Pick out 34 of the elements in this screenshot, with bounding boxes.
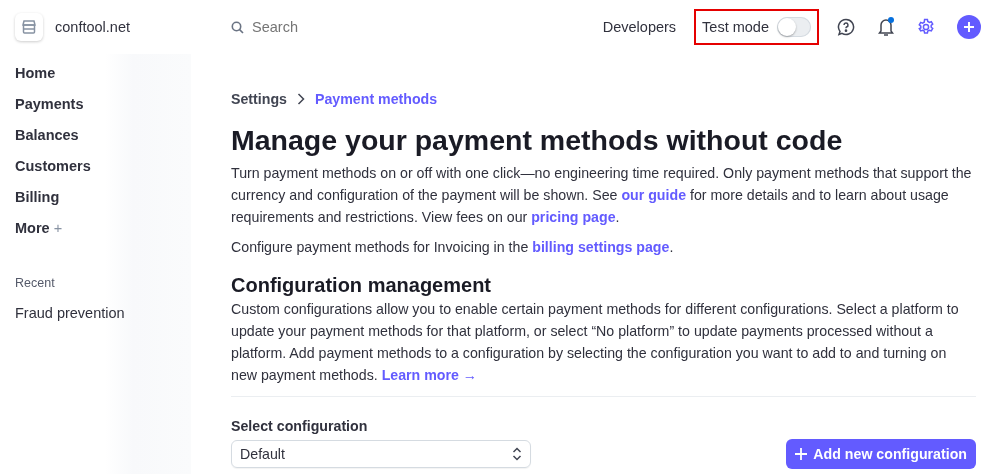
link[interactable]: Learn more →: [381, 367, 478, 383]
help-icon[interactable]: [837, 18, 855, 36]
sidebar-item[interactable]: Payments: [15, 93, 191, 124]
field-label: Select configuration: [231, 417, 369, 436]
configuration-select[interactable]: Default: [231, 440, 531, 468]
developers-link[interactable]: Developers: [602, 19, 677, 35]
test-mode-label: Test mode: [702, 19, 769, 35]
add-icon[interactable]: [957, 15, 981, 39]
account-name[interactable]: conftool.net: [55, 19, 130, 35]
settings-icon[interactable]: [917, 18, 935, 36]
bell-icon[interactable]: [877, 17, 895, 37]
add-configuration-button[interactable]: Add new configuration: [786, 439, 976, 469]
sidebar-label: More: [15, 220, 50, 236]
breadcrumb-item[interactable]: Payment methods: [314, 88, 438, 110]
breadcrumb-item[interactable]: Settings: [231, 88, 287, 110]
page-title: Manage your payment methods without code: [231, 123, 844, 158]
sidebar-item[interactable]: More +: [15, 217, 191, 248]
paragraph: Configure payment methods for Invoicing in the billing settings page.: [231, 238, 675, 257]
sidebar-item[interactable]: Customers: [15, 155, 191, 186]
sidebar-item[interactable]: Billing: [15, 186, 191, 217]
section-heading: Configuration management: [231, 273, 492, 298]
paragraph: Custom configurations allow you to enable certain payment methods for different configurations. Select a platform to update your payment methods for that platform, or select “No platform” to update payments processed without a platform. Add payment methods to a configuration by selecting the configuration you want to add to and turning on new payment methods. Learn more →: [231, 300, 960, 385]
sidebar-item[interactable]: Balances: [15, 124, 191, 155]
link[interactable]: pricing page: [531, 209, 616, 225]
link[interactable]: our guide: [621, 187, 687, 203]
test-mode-toggle[interactable]: [777, 17, 811, 37]
recent-item[interactable]: Fraud prevention: [15, 302, 191, 333]
chevron-icon: [512, 447, 522, 461]
paragraph: Turn payment methods on or off with one click—no engineering time required. Only payment methods that support the currency and configuration of the payment will be shown. See our guide for more details and to learn about usage requirements and restrictions. View fees on our pricing page.: [231, 164, 973, 227]
plus-icon: [795, 448, 808, 460]
search-icon: [231, 20, 244, 34]
sidebar-item[interactable]: Home: [15, 62, 191, 93]
expand-icon: +: [53, 220, 63, 236]
section-heading: Recent: [15, 276, 56, 290]
